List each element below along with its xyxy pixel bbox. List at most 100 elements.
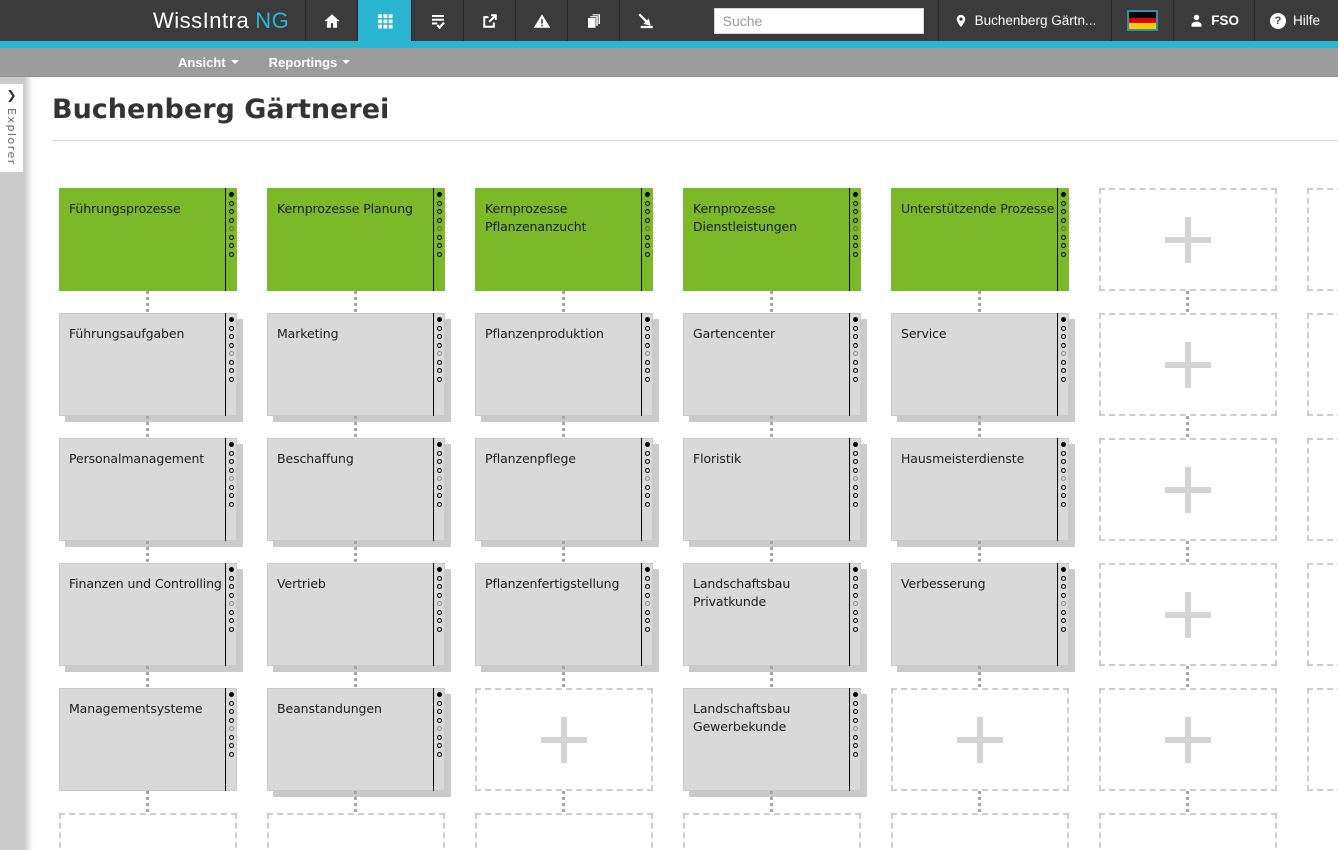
empty-slot-placeholder [1307, 188, 1338, 291]
status-dot-icon [229, 626, 234, 632]
nav-documents-button[interactable] [567, 0, 619, 41]
process-box[interactable]: Marketing [267, 313, 445, 416]
process-label: Pflanzenfertigstellung [485, 576, 620, 591]
status-dot-icon [853, 351, 858, 356]
process-box[interactable]: Finanzen und Controlling [59, 563, 237, 666]
connector-dotted-line [146, 416, 149, 438]
nav-import-button[interactable] [619, 0, 671, 41]
process-group-box[interactable]: Führungsprozesse [59, 188, 237, 291]
add-process-placeholder[interactable] [1099, 688, 1277, 791]
connector-dotted-line [354, 791, 357, 813]
connector-dotted-line [146, 541, 149, 563]
add-process-placeholder[interactable] [1099, 438, 1277, 541]
status-dot-icon [645, 192, 650, 197]
status-dot-icon [853, 717, 858, 723]
process-group-box[interactable]: Kernprozesse Dienstleistungen [683, 188, 861, 291]
status-dot-icon [437, 709, 442, 714]
status-dot-icon [853, 618, 858, 623]
process-box[interactable]: Pflanzenfertigstellung [475, 563, 653, 666]
process-box[interactable]: Vertrieb [267, 563, 445, 666]
chevron-down-icon [230, 60, 239, 64]
status-dot-icon [645, 501, 650, 507]
status-dot-icon [853, 450, 858, 456]
menu-ansicht[interactable]: Ansicht [178, 55, 239, 70]
process-box[interactable]: Pflanzenpflege [475, 438, 653, 541]
status-dot-icon [229, 601, 234, 606]
process-box[interactable]: Hausmeisterdienste [891, 438, 1069, 541]
status-dot-icon [1061, 626, 1066, 632]
status-dot-icon [853, 751, 858, 757]
status-dot-icon [645, 217, 650, 223]
process-box[interactable]: Gartencenter [683, 313, 861, 416]
connector-dotted-line [978, 416, 981, 438]
process-box[interactable]: Beanstandungen [267, 688, 445, 791]
connector-dotted-line [770, 416, 773, 438]
status-dot-icon [645, 567, 650, 572]
process-box[interactable]: Verbesserung [891, 563, 1069, 666]
page-title: Buchenberg Gärtnerei [52, 94, 390, 125]
process-box[interactable]: Landschaftsbau Privatkunde [683, 563, 861, 666]
nav-warnings-button[interactable] [515, 0, 567, 41]
add-process-placeholder[interactable] [1099, 313, 1277, 416]
status-dot-icon [437, 217, 442, 223]
help-menu[interactable]: ? Hilfe [1253, 0, 1338, 41]
process-box[interactable]: Führungsaufgaben [59, 313, 237, 416]
process-label: Service [901, 326, 947, 341]
status-dot-icon [229, 317, 234, 322]
add-process-placeholder[interactable] [891, 688, 1069, 791]
status-dot-icon [1061, 243, 1066, 248]
empty-slot-placeholder [1099, 813, 1277, 850]
process-label: Marketing [277, 326, 339, 341]
nav-open-external-button[interactable] [463, 0, 515, 41]
connector-dotted-line [146, 291, 149, 313]
status-dots-column [225, 313, 237, 416]
process-label: Managementsysteme [69, 701, 203, 716]
process-group-box[interactable]: Unterstützende Prozesse [891, 188, 1069, 291]
status-dot-icon [853, 575, 858, 581]
status-dot-icon [1061, 351, 1066, 356]
location-pin-icon [954, 13, 968, 29]
process-group-box[interactable]: Kernprozesse Planung [267, 188, 445, 291]
status-dot-icon [1061, 493, 1066, 498]
status-dot-icon [853, 459, 858, 464]
search-input[interactable] [713, 7, 924, 34]
user-menu[interactable]: FSO [1173, 0, 1254, 41]
add-process-placeholder[interactable] [1099, 563, 1277, 666]
status-dot-icon [437, 751, 442, 757]
status-dot-icon [645, 243, 650, 248]
process-box[interactable]: Personalmanagement [59, 438, 237, 541]
status-dots-column [1057, 313, 1069, 416]
status-dots-column [433, 188, 445, 291]
location-selector[interactable]: Buchenberg Gärtn... [937, 0, 1112, 41]
status-dot-icon [229, 226, 234, 231]
status-dot-icon [229, 359, 234, 365]
connector-dotted-line [354, 416, 357, 438]
status-dot-icon [853, 700, 858, 706]
process-box[interactable]: Managementsysteme [59, 688, 237, 791]
process-box[interactable]: Beschaffung [267, 438, 445, 541]
status-dot-icon [645, 234, 650, 240]
status-dot-icon [229, 743, 234, 748]
status-dot-icon [853, 342, 858, 348]
nav-process-map-button[interactable] [357, 0, 412, 41]
process-box[interactable]: Floristik [683, 438, 861, 541]
status-dot-icon [853, 601, 858, 606]
status-dot-icon [437, 700, 442, 706]
status-dot-icon [437, 626, 442, 632]
nav-tasks-button[interactable] [411, 0, 463, 41]
explorer-toggle[interactable]: ❯ Explorer [0, 84, 23, 172]
menu-reportings[interactable]: Reportings [269, 55, 351, 70]
process-group-box[interactable]: Kernprozesse Pflanzenanzucht [475, 188, 653, 291]
add-process-placeholder[interactable] [1099, 188, 1277, 291]
process-label: Finanzen und Controlling [69, 576, 222, 591]
add-process-placeholder[interactable] [475, 688, 653, 791]
nav-home-button[interactable] [305, 0, 357, 41]
status-dot-icon [1061, 234, 1066, 240]
language-selector[interactable] [1111, 0, 1173, 41]
home-icon [323, 12, 341, 30]
status-dot-icon [853, 442, 858, 447]
process-box[interactable]: Service [891, 313, 1069, 416]
process-box[interactable]: Pflanzenproduktion [475, 313, 653, 416]
status-dot-icon [1061, 442, 1066, 447]
process-box[interactable]: Landschaftsbau Gewerbekunde [683, 688, 861, 791]
